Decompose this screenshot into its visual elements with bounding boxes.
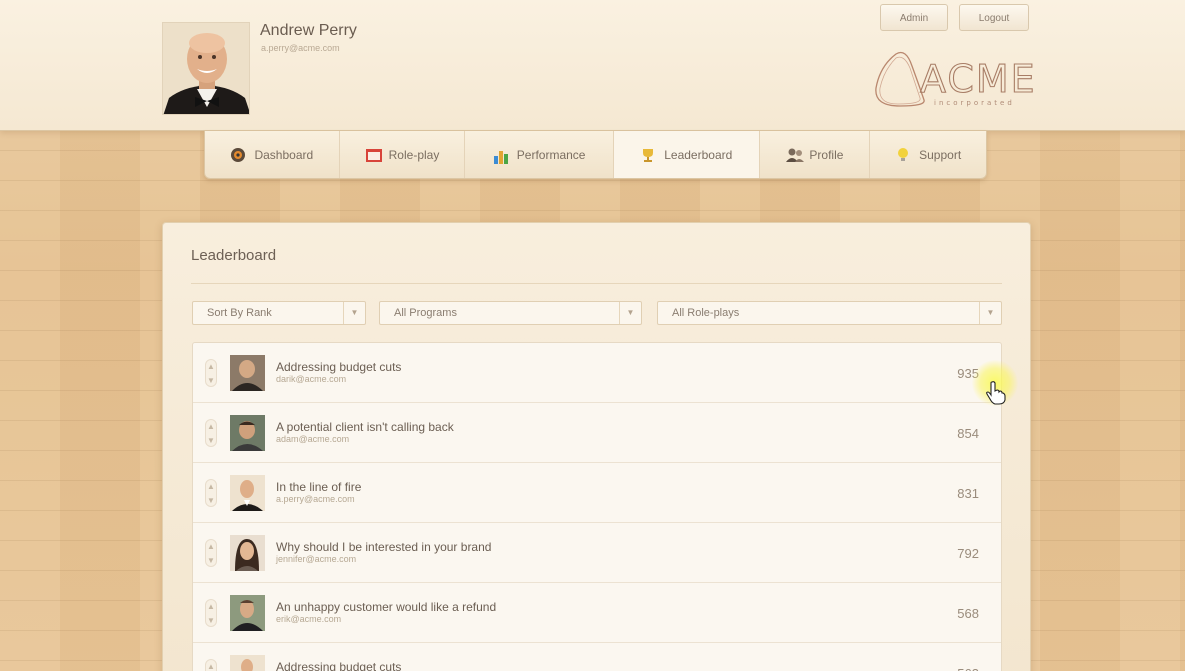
nav-item-label: Profile bbox=[809, 147, 844, 162]
support-icon bbox=[895, 147, 911, 163]
vote-arrows-icon[interactable]: ▲▼ bbox=[205, 599, 217, 627]
list-item[interactable]: ▲ ▼ In the line of fire a.perry@acme.com … bbox=[193, 463, 1001, 523]
user-avatar[interactable] bbox=[162, 22, 250, 115]
list-item[interactable]: ▲▼ Addressing budget cuts 563 bbox=[193, 643, 1001, 671]
list-item[interactable]: ▲ ▼ A potential client isn't calling back… bbox=[193, 403, 1001, 463]
nav-item-label: Dashboard bbox=[254, 147, 314, 162]
nav-item-support[interactable]: Support bbox=[870, 131, 986, 178]
trophy-icon bbox=[640, 147, 656, 163]
leaderboard-panel: Leaderboard Sort By Rank ▼ All Programs … bbox=[162, 222, 1031, 671]
nav-item-role-play[interactable]: Role-play bbox=[340, 131, 466, 178]
nav-item-label: Leaderboard bbox=[664, 147, 733, 162]
admin-button[interactable]: Admin bbox=[880, 4, 948, 31]
nav-item-label: Support bbox=[919, 147, 962, 162]
leaderboard-list: ▲ ▼ Addressing budget cuts darik@acme.com… bbox=[192, 342, 1002, 671]
row-score: 854 bbox=[957, 426, 979, 441]
logout-button[interactable]: Logout bbox=[959, 4, 1029, 31]
svg-text:ACME: ACME bbox=[920, 57, 1037, 101]
row-title[interactable]: Addressing budget cuts bbox=[276, 360, 401, 374]
performance-icon bbox=[493, 147, 509, 164]
roleplays-select[interactable]: All Role-plays ▼ bbox=[657, 301, 1002, 325]
programs-select[interactable]: All Programs ▼ bbox=[379, 301, 642, 325]
nav-item-performance[interactable]: Performance bbox=[465, 131, 614, 178]
row-title[interactable]: In the line of fire bbox=[276, 480, 361, 494]
vote-arrows-icon[interactable]: ▲▼ bbox=[205, 539, 217, 567]
dashboard-icon bbox=[230, 147, 246, 163]
hand-cursor-icon bbox=[986, 381, 1006, 405]
profile-icon bbox=[785, 147, 805, 163]
roleplays-select-value: All Role-plays bbox=[672, 307, 740, 319]
row-score: 831 bbox=[957, 486, 979, 501]
row-title[interactable]: A potential client isn't calling back bbox=[276, 420, 454, 434]
sort-select-value: Sort By Rank bbox=[207, 307, 272, 319]
list-item[interactable]: ▲ ▼ An unhappy customer would like a refu… bbox=[193, 583, 1001, 643]
nav-item-profile[interactable]: Profile bbox=[760, 131, 871, 178]
row-email: a.perry@acme.com bbox=[276, 494, 355, 504]
role-play-icon bbox=[365, 147, 382, 163]
main-nav: Dashboard Role-play Performance Leaderbo… bbox=[204, 131, 987, 179]
row-email: darik@acme.com bbox=[276, 374, 347, 384]
row-score: 568 bbox=[957, 606, 979, 621]
vote-arrows-icon[interactable]: ▲▼ bbox=[205, 659, 217, 671]
user-email: a.perry@acme.com bbox=[261, 43, 340, 53]
svg-text:incorporated: incorporated bbox=[934, 99, 1015, 107]
row-email: jennifer@acme.com bbox=[276, 554, 357, 564]
sort-select[interactable]: Sort By Rank ▼ bbox=[192, 301, 366, 325]
nav-item-dashboard[interactable]: Dashboard bbox=[205, 131, 340, 178]
nav-item-leaderboard[interactable]: Leaderboard bbox=[613, 131, 760, 178]
row-title[interactable]: Addressing budget cuts bbox=[276, 660, 401, 671]
chevron-down-icon: ▼ bbox=[619, 302, 641, 324]
list-item[interactable]: ▲ ▼ Why should I be interested in your br… bbox=[193, 523, 1001, 583]
avatar bbox=[230, 535, 265, 571]
row-title[interactable]: An unhappy customer would like a refund bbox=[276, 600, 496, 614]
avatar bbox=[230, 475, 265, 511]
vote-arrows-icon[interactable]: ▲▼ bbox=[205, 359, 217, 387]
row-email: erik@acme.com bbox=[276, 614, 342, 624]
chevron-down-icon: ▼ bbox=[343, 302, 365, 324]
row-score: 792 bbox=[957, 546, 979, 561]
divider bbox=[191, 283, 1002, 284]
avatar bbox=[230, 415, 265, 451]
list-item[interactable]: ▲ ▼ Addressing budget cuts darik@acme.com… bbox=[193, 343, 1001, 403]
acme-logo[interactable]: ACME incorporated bbox=[872, 48, 1037, 108]
row-email: adam@acme.com bbox=[276, 434, 350, 444]
row-title[interactable]: Why should I be interested in your brand bbox=[276, 540, 491, 554]
header: Andrew Perry a.perry@acme.com Admin Logo… bbox=[0, 0, 1185, 131]
avatar bbox=[230, 355, 265, 391]
vote-arrows-icon[interactable]: ▲▼ bbox=[205, 479, 217, 507]
panel-title: Leaderboard bbox=[191, 247, 277, 264]
nav-item-label: Performance bbox=[516, 147, 586, 162]
avatar bbox=[230, 655, 265, 671]
user-name: Andrew Perry bbox=[260, 22, 357, 39]
row-score: 563 bbox=[957, 666, 979, 671]
programs-select-value: All Programs bbox=[394, 307, 457, 319]
avatar bbox=[230, 595, 265, 631]
chevron-down-icon: ▼ bbox=[979, 302, 1001, 324]
nav-item-label: Role-play bbox=[388, 147, 440, 162]
vote-arrows-icon[interactable]: ▲▼ bbox=[205, 419, 217, 447]
